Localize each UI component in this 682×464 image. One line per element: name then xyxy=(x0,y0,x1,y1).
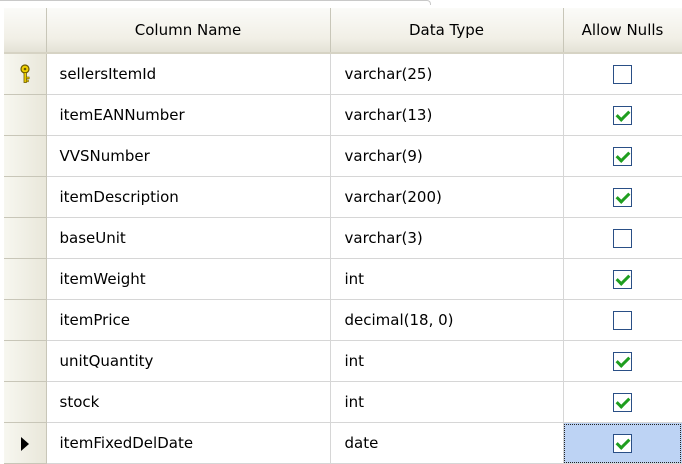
allow-nulls-cell xyxy=(563,217,682,259)
grid-header-row: Column Name Data Type Allow Nulls xyxy=(4,8,682,54)
column-name-cell[interactable]: itemPrice xyxy=(46,299,331,341)
data-type-cell[interactable]: date xyxy=(330,422,564,464)
column-name-cell[interactable]: itemDescription xyxy=(46,176,331,218)
allow-nulls-checkbox[interactable] xyxy=(613,269,632,289)
table-row[interactable]: VVSNumber varchar(9) xyxy=(4,135,682,177)
row-selector[interactable] xyxy=(4,53,47,95)
allow-nulls-checkbox[interactable] xyxy=(613,228,632,248)
allow-nulls-cell xyxy=(563,53,682,95)
allow-nulls-cell xyxy=(563,258,682,300)
column-name-cell[interactable]: itemFixedDelDate xyxy=(46,422,331,464)
table-row[interactable]: unitQuantity int xyxy=(4,340,682,382)
allow-nulls-cell xyxy=(563,94,682,136)
allow-nulls-checkbox[interactable] xyxy=(613,187,632,207)
data-type-cell[interactable]: varchar(3) xyxy=(330,217,564,259)
allow-nulls-checkbox[interactable] xyxy=(613,351,632,371)
allow-nulls-checkbox[interactable] xyxy=(613,433,632,453)
column-name-cell[interactable]: sellersItemId xyxy=(46,53,331,95)
allow-nulls-header[interactable]: Allow Nulls xyxy=(563,8,682,54)
row-selector[interactable] xyxy=(4,422,47,464)
data-type-cell[interactable]: varchar(13) xyxy=(330,94,564,136)
allow-nulls-cell xyxy=(563,340,682,382)
column-name-cell[interactable]: itemWeight xyxy=(46,258,331,300)
column-name-cell[interactable]: unitQuantity xyxy=(46,340,331,382)
column-name-header[interactable]: Column Name xyxy=(46,8,331,54)
data-type-cell[interactable]: int xyxy=(330,340,564,382)
row-selector[interactable] xyxy=(4,217,47,259)
table-row[interactable]: stock int xyxy=(4,381,682,423)
allow-nulls-cell xyxy=(563,176,682,218)
row-selector[interactable] xyxy=(4,135,47,177)
column-name-cell[interactable]: baseUnit xyxy=(46,217,331,259)
row-selector[interactable] xyxy=(4,94,47,136)
data-type-cell[interactable]: int xyxy=(330,381,564,423)
table-row[interactable]: itemPrice decimal(18, 0) xyxy=(4,299,682,341)
allow-nulls-cell xyxy=(563,381,682,423)
row-selector-header[interactable] xyxy=(4,8,47,54)
data-type-cell[interactable]: varchar(200) xyxy=(330,176,564,218)
allow-nulls-cell xyxy=(563,422,682,464)
allow-nulls-checkbox[interactable] xyxy=(613,392,632,412)
data-type-cell[interactable]: varchar(9) xyxy=(330,135,564,177)
primary-key-icon xyxy=(20,64,30,83)
row-selector[interactable] xyxy=(4,299,47,341)
data-type-cell[interactable]: int xyxy=(330,258,564,300)
column-name-cell[interactable]: VVSNumber xyxy=(46,135,331,177)
row-selector[interactable] xyxy=(4,381,47,423)
data-type-cell[interactable]: varchar(25) xyxy=(330,53,564,95)
data-type-cell[interactable]: decimal(18, 0) xyxy=(330,299,564,341)
allow-nulls-checkbox[interactable] xyxy=(613,105,632,125)
table-row[interactable]: itemWeight int xyxy=(4,258,682,300)
row-selector[interactable] xyxy=(4,258,47,300)
allow-nulls-checkbox[interactable] xyxy=(613,146,632,166)
column-name-cell[interactable]: stock xyxy=(46,381,331,423)
allow-nulls-checkbox[interactable] xyxy=(613,310,632,330)
row-selector[interactable] xyxy=(4,340,47,382)
table-row[interactable]: itemFixedDelDate date xyxy=(4,422,682,464)
designer-tab-edge xyxy=(0,0,431,5)
row-selector[interactable] xyxy=(4,176,47,218)
allow-nulls-cell xyxy=(563,299,682,341)
column-name-cell[interactable]: itemEANNumber xyxy=(46,94,331,136)
table-row[interactable]: sellersItemId varchar(25) xyxy=(4,53,682,95)
current-row-arrow-icon xyxy=(20,436,29,451)
table-designer-grid: Column Name Data Type Allow Nulls seller… xyxy=(4,8,682,464)
allow-nulls-cell xyxy=(563,135,682,177)
table-row[interactable]: itemEANNumber varchar(13) xyxy=(4,94,682,136)
table-row[interactable]: itemDescription varchar(200) xyxy=(4,176,682,218)
allow-nulls-checkbox[interactable] xyxy=(613,64,632,84)
table-row[interactable]: baseUnit varchar(3) xyxy=(4,217,682,259)
data-type-header[interactable]: Data Type xyxy=(330,8,564,54)
